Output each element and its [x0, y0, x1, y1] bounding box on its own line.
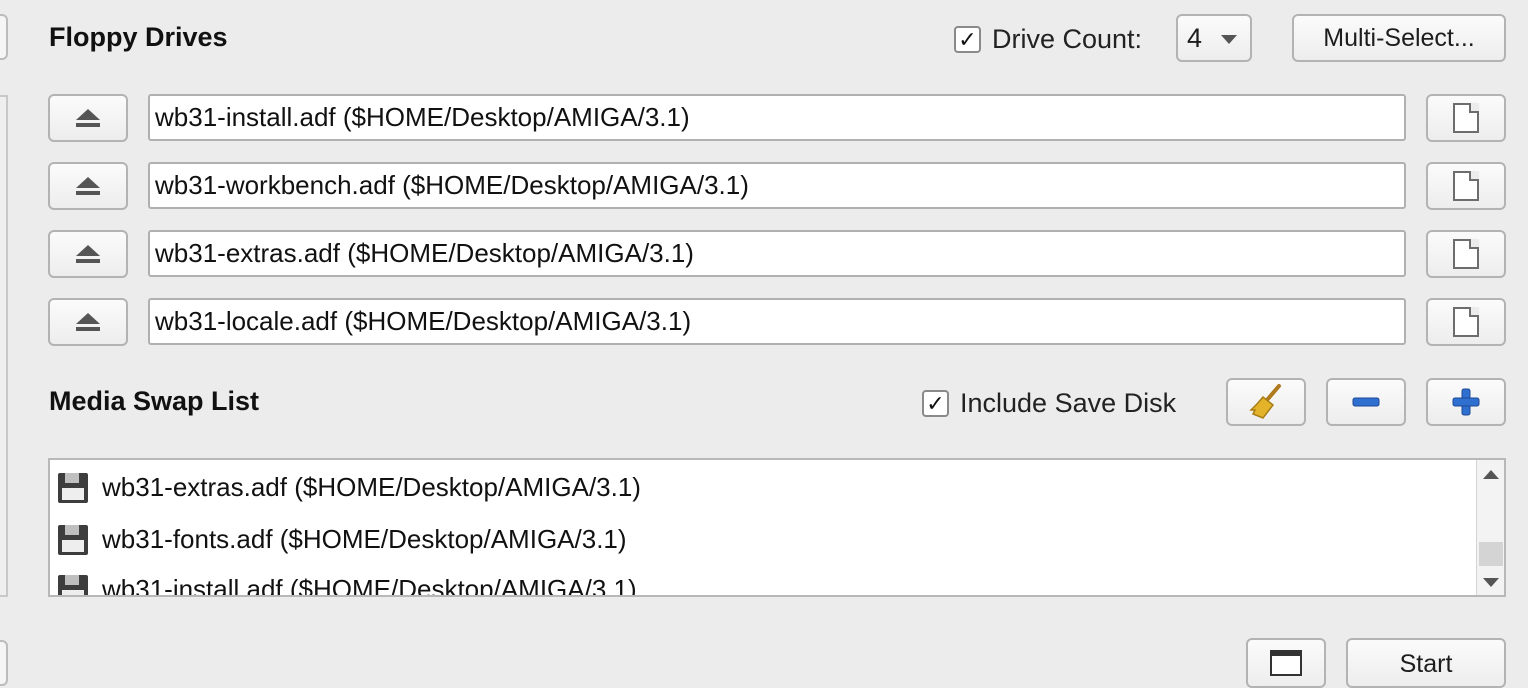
drive-path-field-df3[interactable]: wb31-locale.adf ($HOME/Desktop/AMIGA/3.1…	[148, 298, 1406, 345]
minus-icon	[1352, 397, 1380, 407]
window-mode-button[interactable]	[1246, 638, 1326, 688]
eject-button-df3[interactable]	[48, 298, 128, 346]
eject-button-df2[interactable]	[48, 230, 128, 278]
left-edge-bottom-button[interactable]	[0, 640, 8, 686]
floppy-disk-icon	[58, 472, 88, 503]
remove-swap-item-button[interactable]	[1326, 378, 1406, 426]
include-save-disk-row[interactable]: ✓ Include Save Disk	[922, 388, 1176, 419]
broom-icon	[1249, 384, 1281, 419]
include-save-disk-checkbox[interactable]: ✓	[922, 390, 949, 417]
scroll-thumb[interactable]	[1479, 542, 1503, 566]
eject-button-df0[interactable]	[48, 94, 128, 142]
start-button[interactable]: Start	[1346, 638, 1506, 688]
list-item[interactable]: wb31-extras.adf ($HOME/Desktop/AMIGA/3.1…	[58, 472, 641, 503]
file-icon	[1453, 239, 1479, 269]
add-swap-item-button[interactable]	[1426, 378, 1506, 426]
left-edge-button[interactable]	[0, 14, 8, 60]
start-label: Start	[1399, 650, 1453, 678]
drive-count-value: 4	[1187, 22, 1203, 53]
drive-path-field-df1[interactable]: wb31-workbench.adf ($HOME/Desktop/AMIGA/…	[148, 162, 1406, 209]
list-item[interactable]: wb31-install.adf ($HOME/Desktop/AMIGA/3.…	[58, 574, 637, 597]
drive-path-field-df2[interactable]: wb31-extras.adf ($HOME/Desktop/AMIGA/3.1…	[148, 230, 1406, 277]
eject-icon	[76, 245, 100, 263]
drive-count-select[interactable]: 4	[1176, 14, 1252, 62]
eject-icon	[76, 109, 100, 127]
file-icon	[1453, 171, 1479, 201]
drive-count-checkbox-row[interactable]: ✓ Drive Count:	[954, 24, 1142, 55]
window-icon	[1270, 650, 1302, 676]
plus-icon	[1452, 388, 1480, 416]
eject-icon	[76, 177, 100, 195]
select-file-button-df3[interactable]	[1426, 298, 1506, 346]
multi-select-button[interactable]: Multi-Select...	[1292, 14, 1506, 62]
eject-button-df1[interactable]	[48, 162, 128, 210]
file-icon	[1453, 103, 1479, 133]
drive-count-label: Drive Count:	[992, 24, 1143, 54]
scroll-down-icon[interactable]	[1483, 578, 1499, 587]
clear-swap-list-button[interactable]	[1226, 378, 1306, 426]
left-edge-panel	[0, 95, 8, 597]
list-item-label: wb31-extras.adf ($HOME/Desktop/AMIGA/3.1…	[102, 472, 641, 502]
media-swap-list-title: Media Swap List	[49, 386, 260, 416]
multi-select-label: Multi-Select...	[1323, 23, 1475, 52]
media-swap-list[interactable]: wb31-extras.adf ($HOME/Desktop/AMIGA/3.1…	[48, 458, 1506, 597]
scroll-up-icon[interactable]	[1483, 470, 1499, 479]
floppy-disk-icon	[58, 574, 88, 595]
floppy-disk-icon	[58, 524, 88, 555]
select-file-button-df0[interactable]	[1426, 94, 1506, 142]
list-item[interactable]: wb31-fonts.adf ($HOME/Desktop/AMIGA/3.1)	[58, 524, 627, 555]
select-file-button-df2[interactable]	[1426, 230, 1506, 278]
select-file-button-df1[interactable]	[1426, 162, 1506, 210]
drive-count-checkbox[interactable]: ✓	[954, 26, 981, 53]
file-icon	[1453, 307, 1479, 337]
floppy-drives-title: Floppy Drives	[49, 22, 228, 52]
include-save-disk-label: Include Save Disk	[960, 388, 1177, 418]
drive-path-field-df0[interactable]: wb31-install.adf ($HOME/Desktop/AMIGA/3.…	[148, 94, 1406, 141]
vertical-scrollbar[interactable]	[1476, 460, 1504, 595]
chevron-down-icon	[1221, 35, 1237, 44]
list-item-label: wb31-fonts.adf ($HOME/Desktop/AMIGA/3.1)	[102, 524, 627, 554]
list-item-label: wb31-install.adf ($HOME/Desktop/AMIGA/3.…	[102, 574, 637, 597]
eject-icon	[76, 313, 100, 331]
